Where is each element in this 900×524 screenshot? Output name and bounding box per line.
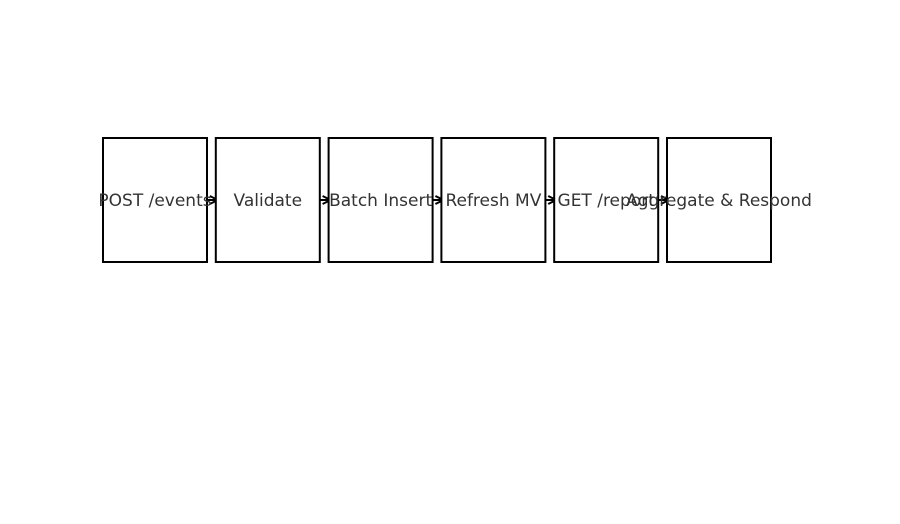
node-post-events: POST /events <box>98 137 212 263</box>
node-batch-insert: Batch Insert <box>327 137 434 263</box>
node-label: POST /events <box>98 191 211 211</box>
node-label: Validate <box>234 191 303 211</box>
node-label: Refresh MV <box>445 191 541 211</box>
node-label: Batch Insert <box>329 191 432 211</box>
nodes: POST /events Validate Batch Insert Refresh … <box>98 137 812 263</box>
diagram-canvas: POST /events Validate Batch Insert Refresh … <box>0 0 900 524</box>
flowchart: POST /events Validate Batch Insert Refresh … <box>98 137 812 263</box>
node-validate: Validate <box>214 137 321 263</box>
node-refresh-mv: Refresh MV <box>440 137 547 263</box>
node-label: Aggregate & Respond <box>626 191 812 211</box>
